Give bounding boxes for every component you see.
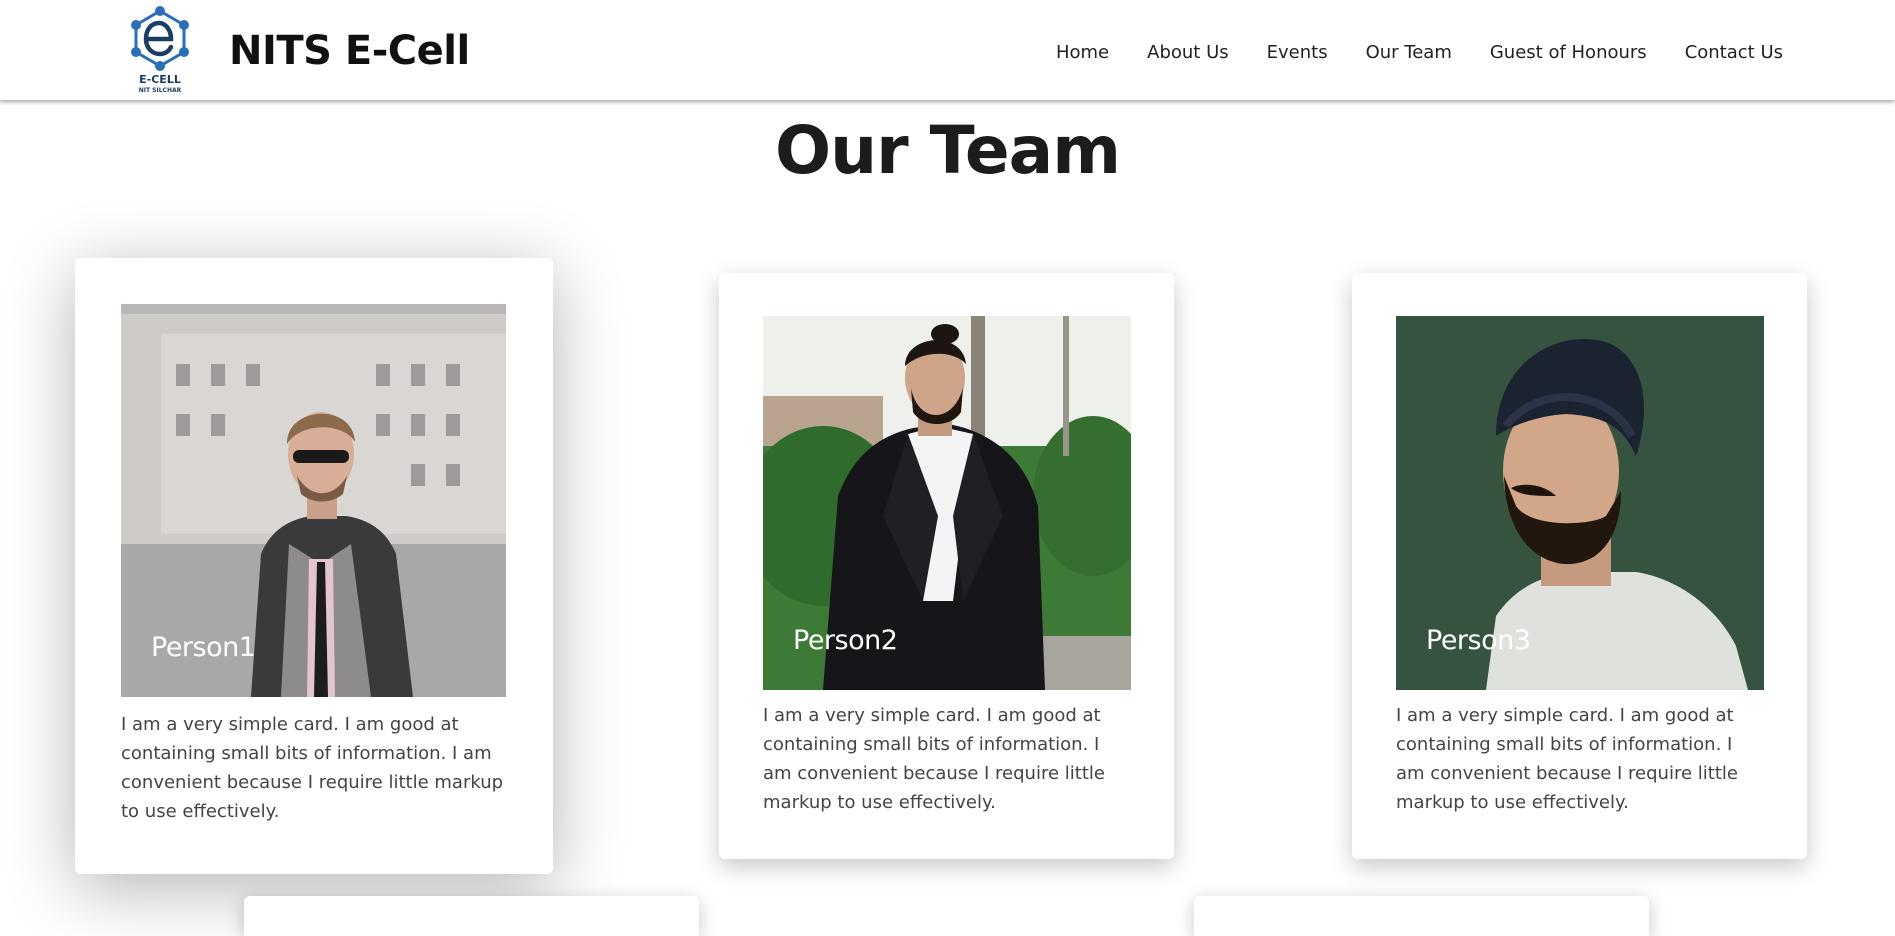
team-member-description: I am a very simple card. I am good at co… — [121, 714, 504, 822]
team-card[interactable]: Person2 I am a very simple card. I am go… — [719, 273, 1174, 859]
nav-link-about-us[interactable]: About Us — [1147, 42, 1229, 63]
brand-title[interactable]: NITS E-Cell — [229, 28, 470, 74]
ecell-logo[interactable]: E-CELL NIT SILCHAR — [124, 4, 196, 94]
team-card-partial[interactable] — [1194, 896, 1649, 936]
team-member-name: Person2 — [793, 625, 898, 656]
page-title: Our Team — [775, 112, 1121, 189]
team-card[interactable]: Person3 I am a very simple card. I am go… — [1352, 273, 1807, 859]
team-card-partial[interactable] — [244, 896, 699, 936]
nav-link-contact-us[interactable]: Contact Us — [1685, 42, 1783, 63]
team-member-description: I am a very simple card. I am good at co… — [1396, 705, 1738, 813]
nav-link-guest-of-honours[interactable]: Guest of Honours — [1490, 42, 1647, 63]
main-nav: Home About Us Events Our Team Guest of H… — [1056, 42, 1783, 63]
svg-text:E-CELL: E-CELL — [139, 73, 181, 86]
nav-link-events[interactable]: Events — [1267, 42, 1328, 63]
team-member-name: Person3 — [1426, 625, 1531, 656]
team-member-name: Person1 — [151, 632, 256, 663]
svg-text:NIT SILCHAR: NIT SILCHAR — [139, 87, 182, 94]
team-member-photo: Person3 — [1396, 316, 1764, 690]
nav-link-our-team[interactable]: Our Team — [1366, 42, 1452, 63]
team-member-description: I am a very simple card. I am good at co… — [763, 705, 1105, 813]
team-card[interactable]: Person1 I am a very simple card. I am go… — [75, 258, 553, 874]
team-member-photo: Person1 — [121, 304, 506, 697]
navbar: E-CELL NIT SILCHAR NITS E-Cell Home Abou… — [0, 0, 1895, 100]
team-member-photo: Person2 — [763, 316, 1131, 690]
nav-link-home[interactable]: Home — [1056, 42, 1109, 63]
